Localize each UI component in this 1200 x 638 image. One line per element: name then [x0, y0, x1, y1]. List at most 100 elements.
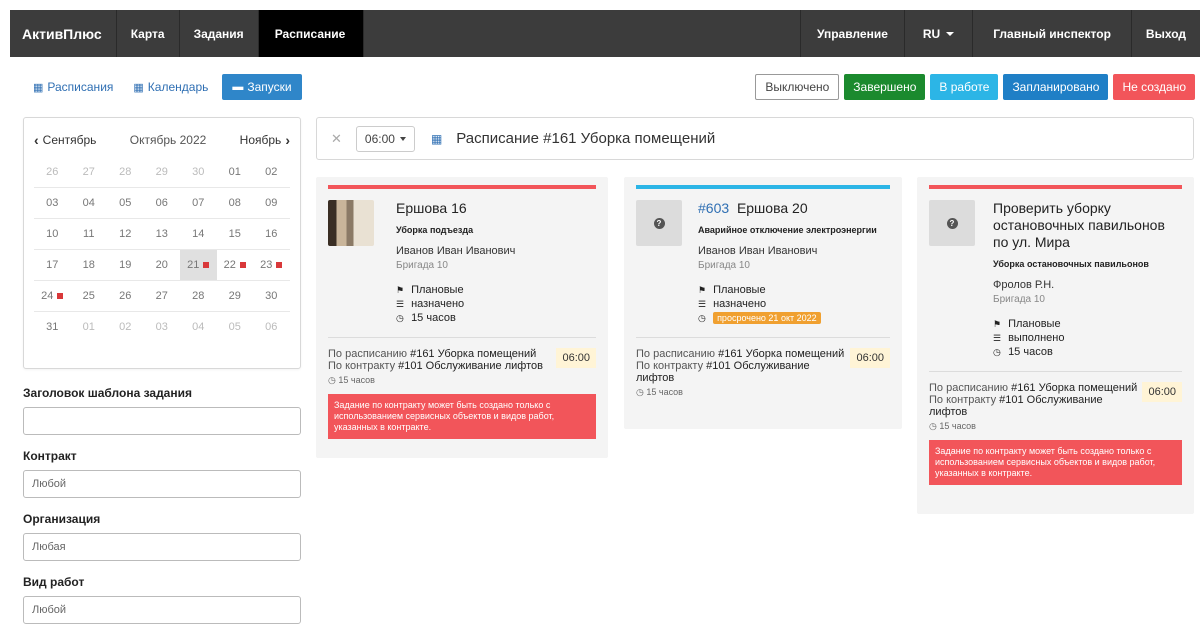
calendar-day[interactable]: 22	[217, 250, 254, 280]
close-icon[interactable]: ✕	[331, 131, 342, 147]
template-title-input[interactable]	[23, 407, 301, 435]
calendar-day[interactable]: 29	[217, 281, 254, 311]
calendar-day[interactable]: 06	[144, 188, 181, 218]
filter-planned-button[interactable]: Запланировано	[1003, 74, 1109, 100]
calendar-day[interactable]: 30	[253, 281, 290, 311]
calendar-day[interactable]: 11	[71, 219, 108, 249]
task-title: Проверить уборку остановочных павильонов…	[993, 200, 1165, 250]
calendar-day[interactable]: 10	[34, 219, 71, 249]
calendar-day[interactable]: 02	[253, 156, 290, 187]
calendar-day[interactable]: 13	[144, 219, 181, 249]
contract-select[interactable]: Любой	[23, 470, 301, 498]
calendar-day-number: 23	[260, 259, 273, 271]
calendar-day[interactable]: 26	[34, 156, 71, 187]
work-type-select[interactable]: Любой	[23, 596, 301, 624]
calendar-day[interactable]: 27	[71, 156, 108, 187]
tab-calendar[interactable]: ▦ Календарь	[127, 74, 214, 100]
calendar-day[interactable]: 12	[107, 219, 144, 249]
calendar-day-number: 15	[228, 228, 241, 240]
nav-user[interactable]: Главный инспектор	[973, 10, 1132, 57]
calendar-day-number: 12	[119, 228, 132, 240]
brand-logo[interactable]: АктивПлюс	[10, 10, 117, 57]
calendar-day[interactable]: 07	[180, 188, 217, 218]
calendar-day[interactable]: 09	[253, 188, 290, 218]
calendar-day[interactable]: 27	[144, 281, 181, 311]
task-card[interactable]: ? Проверить уборку остановочных павильон…	[917, 177, 1194, 514]
organization-select[interactable]: Любая	[23, 533, 301, 561]
caret-down-icon	[946, 31, 955, 36]
nav-map[interactable]: Карта	[117, 10, 180, 57]
schedule-link[interactable]: #161 Уборка помещений	[718, 348, 844, 360]
nav-schedule[interactable]: Расписание	[258, 10, 365, 57]
calendar-day[interactable]: 29	[144, 156, 181, 187]
calendar-day[interactable]: 08	[217, 188, 254, 218]
task-number-link[interactable]: #603	[698, 200, 729, 216]
time-dropdown[interactable]: 06:00	[355, 125, 415, 152]
calendar-week-row: 10 11 12 13 14 15 16	[34, 218, 290, 249]
calendar-day[interactable]: 01	[217, 156, 254, 187]
calendar-day-number: 17	[46, 259, 59, 271]
calendar-day[interactable]: 02	[107, 312, 144, 342]
next-month-button[interactable]: Ноябрь ›	[240, 132, 290, 148]
calendar-day[interactable]: 24	[34, 281, 71, 311]
filter-not-created-button[interactable]: Не создано	[1113, 74, 1195, 100]
schedule-link[interactable]: #161 Уборка помещений	[1011, 382, 1137, 394]
calendar-day[interactable]: 26	[107, 281, 144, 311]
calendar-day[interactable]: 21	[180, 250, 217, 280]
calendar-day-number: 11	[83, 228, 95, 240]
calendar-day[interactable]: 28	[180, 281, 217, 311]
nav-tasks[interactable]: Задания	[180, 10, 259, 57]
calendar-day[interactable]: 30	[180, 156, 217, 187]
current-month-label: Октябрь 2022	[129, 133, 207, 147]
calendar-day[interactable]: 25	[71, 281, 108, 311]
calendar-day[interactable]: 20	[144, 250, 181, 280]
language-dropdown[interactable]: RU	[905, 10, 974, 57]
schedule-prefix: По расписанию	[328, 348, 408, 360]
calendar-day[interactable]: 28	[107, 156, 144, 187]
start-time-badge: 06:00	[850, 348, 890, 368]
tab-schedules-label: Расписания	[47, 80, 114, 94]
filter-completed-button[interactable]: Завершено	[844, 74, 926, 100]
grid-view-icon[interactable]: ▦	[431, 132, 442, 146]
calendar-day[interactable]: 19	[107, 250, 144, 280]
filter-in-progress-button[interactable]: В работе	[930, 74, 999, 100]
task-team: Бригада 10	[993, 294, 1045, 305]
calendar-day[interactable]: 15	[217, 219, 254, 249]
filter-disabled-button[interactable]: Выключено	[755, 74, 840, 100]
calendar-day[interactable]: 06	[253, 312, 290, 342]
template-title-label: Заголовок шаблона задания	[23, 386, 192, 400]
task-card[interactable]: Ершова 16 Уборка подъезда Иванов Иван Ив…	[316, 177, 608, 458]
calendar-day[interactable]: 18	[71, 250, 108, 280]
calendar-day-number: 30	[265, 290, 278, 302]
calendar-day[interactable]: 04	[180, 312, 217, 342]
task-type: Плановые	[1008, 318, 1061, 330]
calendar-day[interactable]: 04	[71, 188, 108, 218]
schedule-title: Расписание #161 Уборка помещений	[456, 130, 716, 147]
top-navbar: АктивПлюс Карта Задания Расписание Управ…	[10, 10, 1200, 57]
calendar-day[interactable]: 03	[34, 188, 71, 218]
calendar-day[interactable]: 05	[217, 312, 254, 342]
calendar-day[interactable]: 05	[107, 188, 144, 218]
question-icon: ?	[946, 217, 958, 229]
calendar-day[interactable]: 31	[34, 312, 71, 342]
tab-launches-label: Запуски	[247, 80, 292, 94]
task-card[interactable]: ? #603 Ершова 20 Аварийное отключение эл…	[624, 177, 902, 429]
tab-launches[interactable]: ▬ Запуски	[222, 74, 302, 100]
calendar-day-number: 06	[265, 321, 278, 333]
prev-month-button[interactable]: ‹ Сентябрь	[34, 132, 96, 148]
calendar-day[interactable]: 16	[253, 219, 290, 249]
calendar-day[interactable]: 01	[71, 312, 108, 342]
calendar-day[interactable]: 14	[180, 219, 217, 249]
clock-icon: ◷	[698, 313, 706, 323]
calendar-day[interactable]: 23	[253, 250, 290, 280]
tab-schedules[interactable]: ▦ Расписания	[27, 74, 119, 100]
nav-management[interactable]: Управление	[799, 10, 905, 57]
contract-warning: Задание по контракту может быть создано …	[929, 440, 1182, 485]
divider	[929, 371, 1182, 372]
calendar-day[interactable]: 03	[144, 312, 181, 342]
calendar-day[interactable]: 17	[34, 250, 71, 280]
schedule-link[interactable]: #161 Уборка помещений	[410, 348, 536, 360]
contract-link[interactable]: #101 Обслуживание лифтов	[398, 360, 543, 372]
nav-logout[interactable]: Выход	[1132, 10, 1200, 57]
calendar-day-number: 29	[155, 165, 168, 178]
